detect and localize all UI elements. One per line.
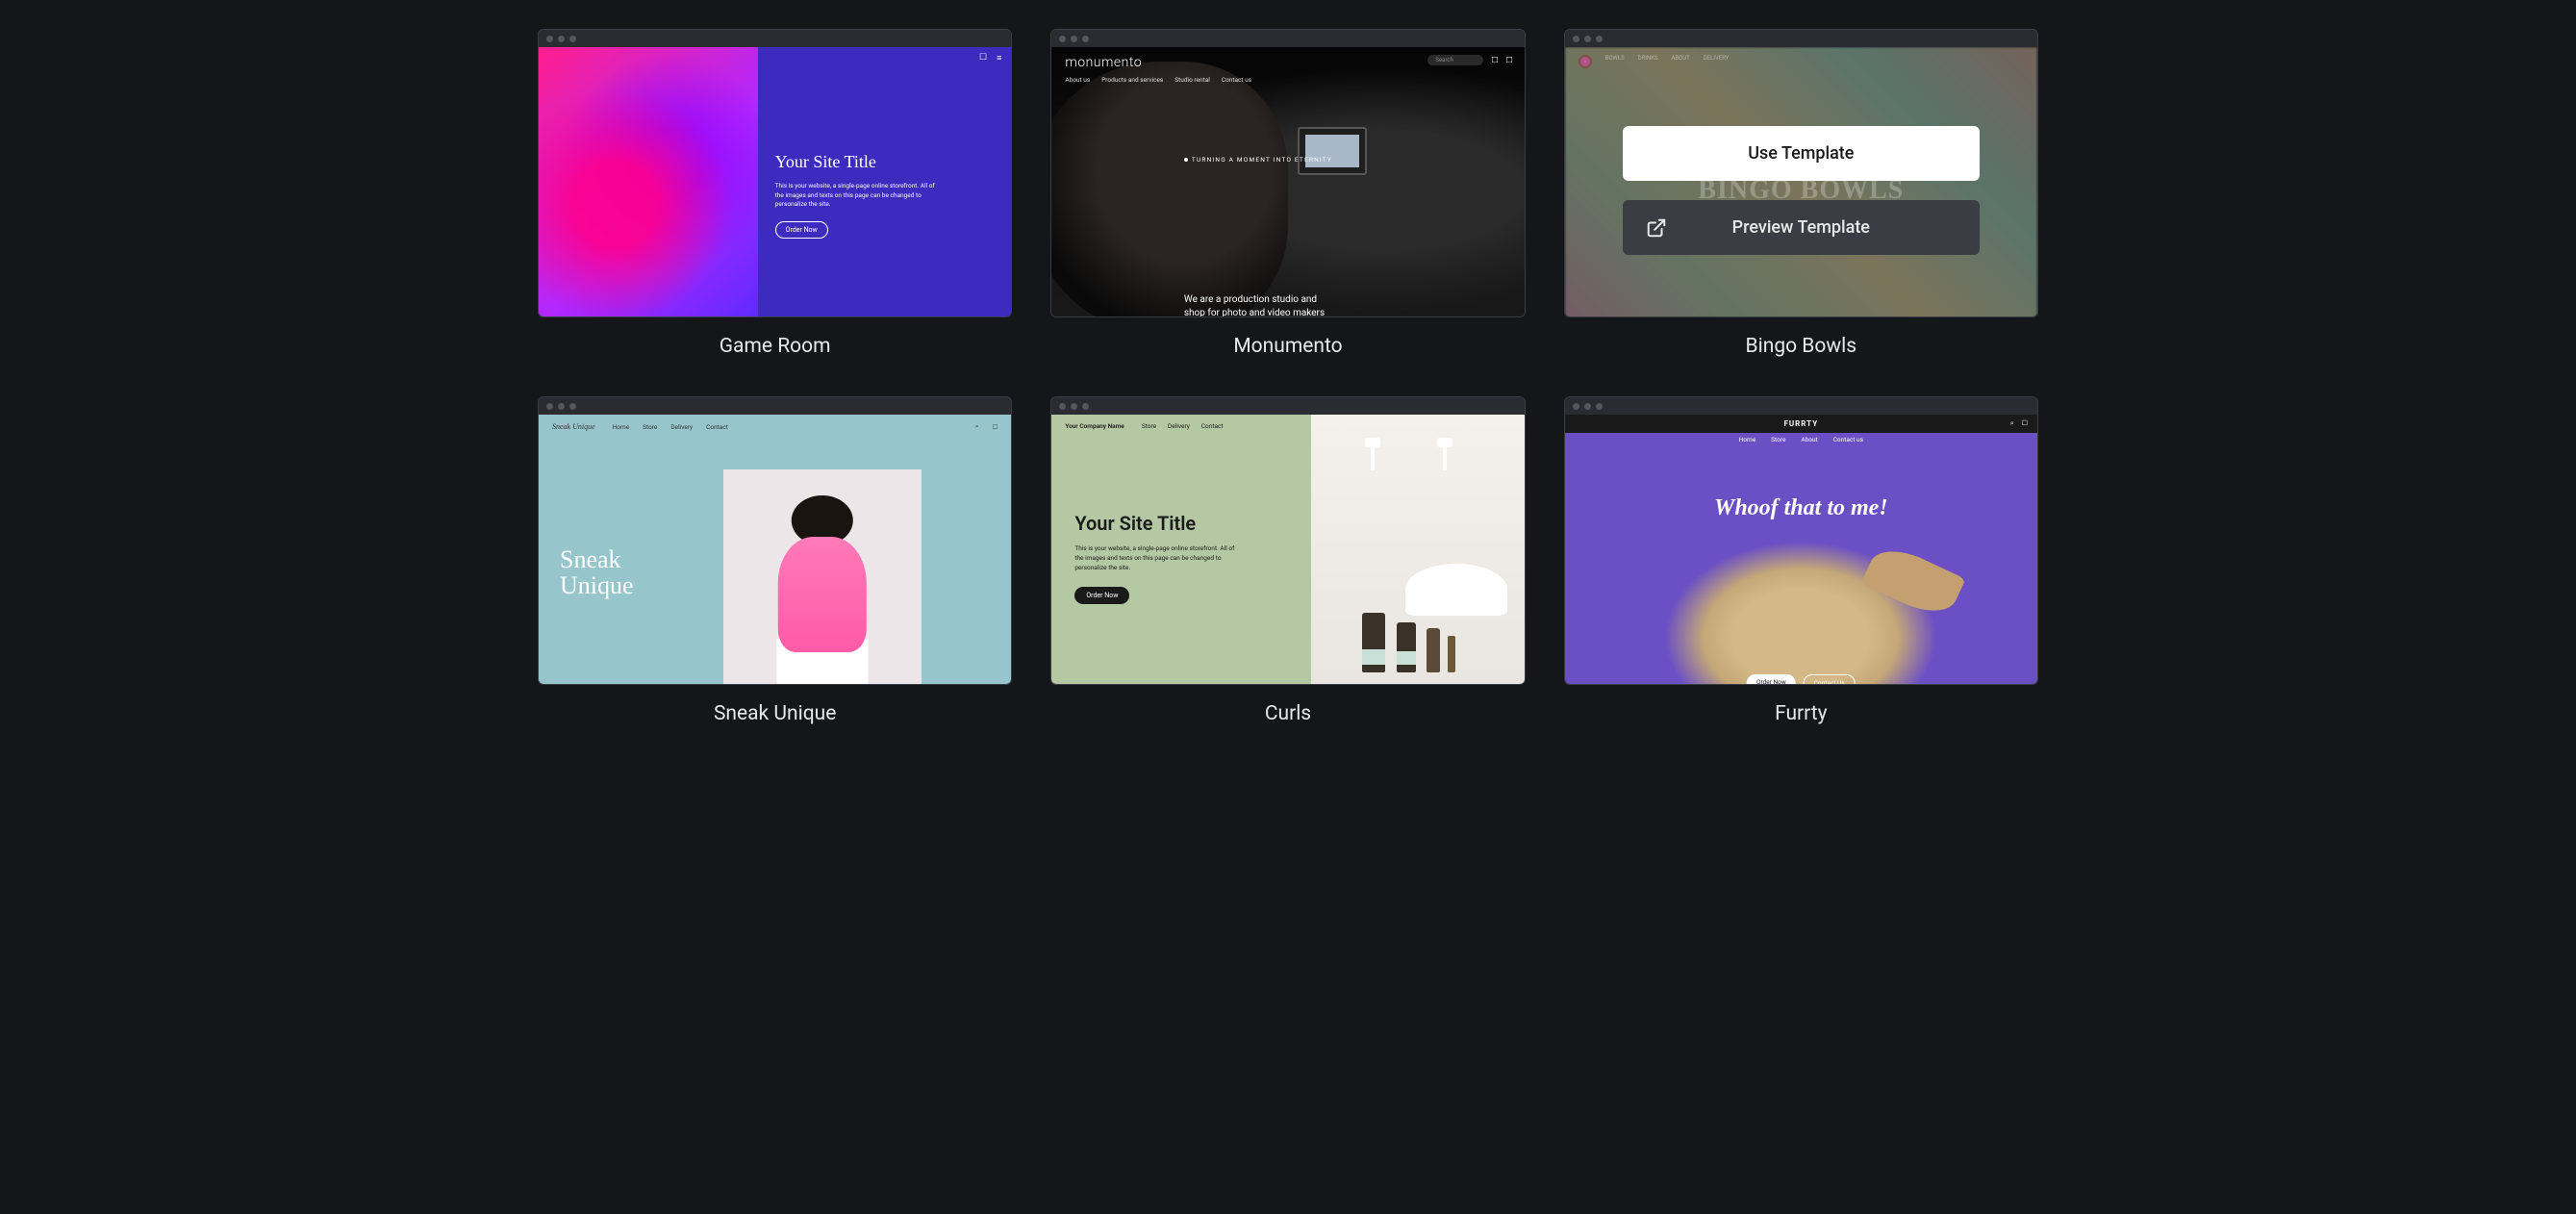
hero-image <box>723 469 922 685</box>
template-name: Curls <box>1265 702 1311 725</box>
external-link-icon <box>1646 217 1667 239</box>
menu-icon: ≡ <box>997 53 1001 63</box>
cart-icon: ☐ <box>2022 419 2028 428</box>
window-chrome <box>1051 397 1524 415</box>
template-name: Furrty <box>1775 702 1828 725</box>
contact-button: Contact Us <box>1804 674 1856 685</box>
template-thumbnail[interactable]: FURRTY ⌕ ☐ Home Store About Contact us W… <box>1564 396 2038 685</box>
window-chrome <box>539 30 1011 47</box>
order-button: Order Now <box>1747 674 1796 685</box>
nav-menu: Home Store About Contact us <box>1565 436 2037 443</box>
template-name: Sneak Unique <box>714 702 836 725</box>
template-card-furrty[interactable]: FURRTY ⌕ ☐ Home Store About Contact us W… <box>1564 396 2038 725</box>
brand-logo: Sneak Unique <box>552 422 595 431</box>
hero-image <box>1664 541 1938 685</box>
template-thumbnail[interactable]: Your Company Name Store Delivery Contact… <box>1050 396 1525 685</box>
hero-title: Whoof that to me! <box>1714 495 1888 521</box>
window-chrome <box>1565 30 2037 47</box>
hero-image <box>1311 415 1525 685</box>
site-title: Your Site Title <box>775 152 995 172</box>
template-name: Monumento <box>1233 335 1342 358</box>
nav-menu: Sneak Unique Home Store Delivery Contact… <box>539 415 1011 439</box>
cart-icon: ☐ <box>993 423 998 431</box>
hover-overlay: Use Template Preview Template <box>1565 47 2037 317</box>
cart-icon: ☐ <box>979 53 987 63</box>
template-card-curls[interactable]: Your Company Name Store Delivery Contact… <box>1050 396 1525 725</box>
hero-image: Your Company Name <box>539 47 758 317</box>
window-chrome <box>1565 397 2037 415</box>
search-input: Search <box>1427 55 1483 65</box>
template-card-monumento[interactable]: monumento About us Products and services… <box>1050 29 1525 358</box>
order-button: Order Now <box>1074 587 1129 604</box>
hero-text: We are a production studio and shop for … <box>1184 293 1328 317</box>
template-thumbnail[interactable]: BOWLS DRINKS ABOUT DELIVERY BINGO BOWLS … <box>1564 29 2038 317</box>
preview-template-button[interactable]: Preview Template <box>1623 200 1980 255</box>
brand-logo: monumento <box>1065 55 1142 70</box>
use-template-button[interactable]: Use Template <box>1623 126 1980 181</box>
user-icon: ☐ <box>1491 56 1498 64</box>
order-button: Order Now <box>775 221 828 239</box>
template-thumbnail[interactable]: Your Company Name ☐ ≡ Your Site Title Thi… <box>538 29 1012 317</box>
site-title: Your Site Title <box>1074 512 1288 535</box>
hero-title: Sneak Unique <box>560 546 634 599</box>
hero-image <box>1050 62 1288 317</box>
template-card-game-room[interactable]: Your Company Name ☐ ≡ Your Site Title Thi… <box>538 29 1012 358</box>
template-thumbnail[interactable]: monumento About us Products and services… <box>1050 29 1525 317</box>
brand-logo: FURRTY <box>1784 419 1819 428</box>
cart-icon: ☐ <box>1505 56 1512 64</box>
window-chrome <box>539 397 1011 415</box>
template-name: Game Room <box>720 335 831 358</box>
template-name: Bingo Bowls <box>1746 335 1857 358</box>
template-card-bingo-bowls[interactable]: BOWLS DRINKS ABOUT DELIVERY BINGO BOWLS … <box>1564 29 2038 358</box>
template-card-sneak-unique[interactable]: Sneak Unique Home Store Delivery Contact… <box>538 396 1012 725</box>
hero-image <box>1298 127 1367 175</box>
nav-menu: Your Company Name Store Delivery Contact <box>1065 422 1298 430</box>
company-name: Your Company Name <box>538 53 539 61</box>
search-icon: ⌕ <box>975 422 979 431</box>
site-description: This is your website, a single-page onli… <box>1074 544 1243 572</box>
company-name: Your Company Name <box>1065 422 1124 430</box>
site-description: This is your website, a single-page onli… <box>775 182 939 210</box>
tagline: TURNING A MOMENT INTO ETERNITY <box>1184 156 1332 164</box>
template-thumbnail[interactable]: Sneak Unique Home Store Delivery Contact… <box>538 396 1012 685</box>
template-grid: Your Company Name ☐ ≡ Your Site Title Thi… <box>538 29 2038 725</box>
search-icon: ⌕ <box>2010 419 2014 428</box>
nav-menu: About us Products and services Studio re… <box>1065 76 1251 84</box>
window-chrome <box>1051 30 1524 47</box>
